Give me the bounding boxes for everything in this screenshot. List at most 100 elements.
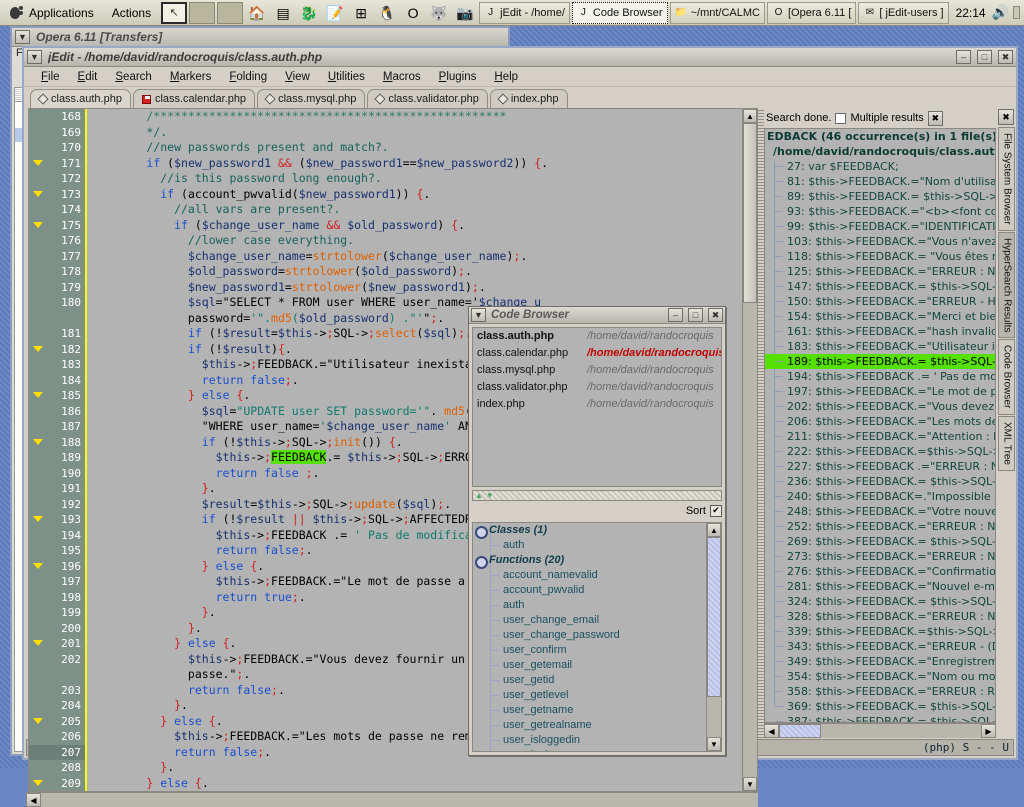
code-line[interactable]: if ($new_password1 && ($new_password1==$…: [91, 156, 742, 172]
jedit-menubar[interactable]: FileEditSearchMarkersFoldingViewUtilitie…: [24, 67, 1016, 87]
hypersearch-result-row[interactable]: 125: $this->FEEDBACK.="ERREUR : Nom d: [765, 264, 995, 279]
hypersearch-result-row[interactable]: 81: $this->FEEDBACK.="Nom d'utilisateu: [765, 174, 995, 189]
window-menu-icon[interactable]: ▼: [15, 30, 30, 44]
gutter-line[interactable]: 198: [29, 590, 85, 606]
hypersearch-result-row[interactable]: 276: $this->FEEDBACK.="Confirmation e: [765, 564, 995, 579]
gnome-top-panel[interactable]: Applications Actions ↖ 🏠▤🐉📝⊞🐧O🐺📷 JjEdit …: [0, 0, 1024, 26]
buffer-tab-class.mysql.php[interactable]: class.mysql.php: [257, 89, 365, 108]
gutter-line[interactable]: 176: [29, 233, 85, 249]
code-line[interactable]: */.: [91, 125, 742, 141]
code-browser-file-row[interactable]: index.php/home/david/randocroquis: [473, 396, 721, 413]
hypersearch-result-row[interactable]: 248: $this->FEEDBACK.="Votre nouveau: [765, 504, 995, 519]
sort-checkbox[interactable]: ✔: [710, 505, 722, 517]
minimize-icon[interactable]: –: [668, 308, 683, 322]
hypersearch-root-node[interactable]: EDBACK (46 occurrence(s) in 1 file(s)): [765, 129, 995, 144]
gutter-line[interactable]: [29, 311, 85, 327]
editor-vertical-scrollbar[interactable]: ▲ ▼: [742, 109, 757, 791]
gutter-line[interactable]: 170: [29, 140, 85, 156]
hypersearch-result-row[interactable]: 252: $this->FEEDBACK.="ERREUR : Nom d: [765, 519, 995, 534]
code-browser-tree-node[interactable]: user_change_email: [473, 613, 706, 628]
tree-scroll-thumb[interactable]: [707, 537, 721, 697]
fold-triangle-icon[interactable]: [33, 191, 43, 197]
hypersearch-result-row[interactable]: 103: $this->FEEDBACK.="Vous n'avez pa: [765, 234, 995, 249]
multiple-results-checkbox[interactable]: [835, 113, 846, 124]
gutter-line[interactable]: 185: [29, 388, 85, 404]
code-line[interactable]: $new_password1=strtolower($new_password1…: [91, 280, 742, 296]
window-menu-icon[interactable]: ▼: [27, 50, 42, 64]
hypersearch-result-row[interactable]: 161: $this->FEEDBACK.="hash invalide -: [765, 324, 995, 339]
gutter-line[interactable]: 197: [29, 574, 85, 590]
sort-asc-icon[interactable]: ▲: [473, 491, 483, 500]
gutter-line[interactable]: 182: [29, 342, 85, 358]
text-editor-icon[interactable]: 📝: [324, 3, 346, 23]
gutter-line[interactable]: 209: [29, 776, 85, 792]
code-line[interactable]: if ($change_user_name && $old_password) …: [91, 218, 742, 234]
hypersearch-result-row[interactable]: 236: $this->FEEDBACK.= $this->SQL->E: [765, 474, 995, 489]
code-browser-file-row[interactable]: class.validator.php/home/david/randocroq…: [473, 379, 721, 396]
fold-triangle-icon[interactable]: [33, 222, 43, 228]
gutter-line[interactable]: 177: [29, 249, 85, 265]
gutter-line[interactable]: 183: [29, 357, 85, 373]
notification-area[interactable]: [1013, 6, 1020, 19]
code-browser-mini-scrollbar[interactable]: ▲ ▼: [472, 490, 722, 501]
gutter-line[interactable]: 204: [29, 698, 85, 714]
code-browser-window[interactable]: ▼ Code Browser – □ ✖ class.auth.php/home…: [468, 306, 726, 756]
dock-tab-file-system-browser[interactable]: File System Browser: [998, 127, 1015, 231]
hs-scroll-thumb[interactable]: [779, 724, 821, 738]
gutter-line[interactable]: 201: [29, 636, 85, 652]
fold-triangle-icon[interactable]: [33, 516, 43, 522]
menu-search[interactable]: Search: [106, 69, 160, 85]
gutter-line[interactable]: 199: [29, 605, 85, 621]
fold-triangle-icon[interactable]: [33, 718, 43, 724]
scroll-down-icon[interactable]: ▼: [743, 777, 757, 791]
hypersearch-result-row[interactable]: 211: $this->FEEDBACK.="Attention : les: [765, 429, 995, 444]
code-browser-tree-node[interactable]: account_pwvalid: [473, 583, 706, 598]
gutter-line[interactable]: 169: [29, 125, 85, 141]
fold-triangle-icon[interactable]: [33, 640, 43, 646]
gutter-line[interactable]: [29, 667, 85, 683]
workspace-1[interactable]: ↖: [161, 2, 187, 24]
code-browser-tree-node[interactable]: account_namevalid: [473, 568, 706, 583]
hypersearch-result-row[interactable]: 324: $this->FEEDBACK.= $this->SQL->E: [765, 594, 995, 609]
linux-penguin-icon[interactable]: 🐧: [376, 3, 398, 23]
taskbar-button-mnt-calmc[interactable]: 📁~/mnt/CALMC: [670, 2, 765, 24]
code-line[interactable]: $change_user_name=strtolower($change_use…: [91, 249, 742, 265]
buffer-tab-index.php[interactable]: index.php: [490, 89, 568, 108]
hypersearch-result-row[interactable]: 240: $this->FEEDBACK=."Impossible de r: [765, 489, 995, 504]
jedit-titlebar[interactable]: ▼ jEdit - /home/david/randocroquis/class…: [24, 48, 1016, 67]
hypersearch-result-row[interactable]: 183: $this->FEEDBACK.="Utilisateur inex: [765, 339, 995, 354]
close-icon[interactable]: ✖: [708, 308, 723, 322]
gutter-line[interactable]: 190: [29, 466, 85, 482]
hypersearch-result-row[interactable]: 273: $this->FEEDBACK.="ERREUR : Nom d: [765, 549, 995, 564]
dock-close-icon[interactable]: ✖: [998, 109, 1014, 125]
window-menu-icon[interactable]: ▼: [471, 308, 486, 322]
hypersearch-result-row[interactable]: 154: $this->FEEDBACK.="Merci et bienve: [765, 309, 995, 324]
windows-icon[interactable]: ⊞: [350, 3, 372, 23]
code-browser-tree-node[interactable]: user_login: [473, 748, 706, 751]
code-browser-titlebar[interactable]: ▼ Code Browser – □ ✖: [469, 307, 725, 324]
gutter-line[interactable]: 205: [29, 714, 85, 730]
code-browser-file-row[interactable]: class.mysql.php/home/david/randocroquis: [473, 362, 721, 379]
code-browser-tree-scrollbar[interactable]: ▲ ▼: [706, 523, 721, 751]
workspace-switcher[interactable]: ↖: [160, 2, 244, 24]
menu-utilities[interactable]: Utilities: [319, 69, 374, 85]
hypersearch-result-row[interactable]: 206: $this->FEEDBACK.="Les mots de pa: [765, 414, 995, 429]
gutter-line[interactable]: 173: [29, 187, 85, 203]
buffer-tab-class.validator.php[interactable]: class.validator.php: [367, 89, 488, 108]
menu-edit[interactable]: Edit: [69, 69, 107, 85]
gutter-line[interactable]: 187: [29, 419, 85, 435]
menu-view[interactable]: View: [276, 69, 319, 85]
code-browser-file-row[interactable]: class.calendar.php/home/david/randocroqu…: [473, 345, 721, 362]
maximize-icon[interactable]: □: [977, 50, 992, 64]
taskbar-button-code-browser[interactable]: JCode Browser: [572, 2, 668, 24]
window-list[interactable]: JjEdit - /home/JCode Browser📁~/mnt/CALMC…: [478, 1, 949, 25]
minimize-icon[interactable]: –: [956, 50, 971, 64]
code-line[interactable]: //lower case everything.: [91, 233, 742, 249]
opera-titlebar[interactable]: ▼ Opera 6.11 [Transfers]: [12, 28, 508, 47]
jedit-buffer-tabbar[interactable]: class.auth.phpclass.calendar.phpclass.my…: [24, 87, 1016, 108]
dock-tab-code-browser[interactable]: Code Browser: [998, 339, 1015, 414]
code-browser-tree-node[interactable]: user_getlevel: [473, 688, 706, 703]
editor-scroll-track[interactable]: [743, 303, 757, 777]
hypersearch-result-row[interactable]: 358: $this->FEEDBACK.="ERREUR : Rempl: [765, 684, 995, 699]
fold-triangle-icon[interactable]: [33, 346, 43, 352]
